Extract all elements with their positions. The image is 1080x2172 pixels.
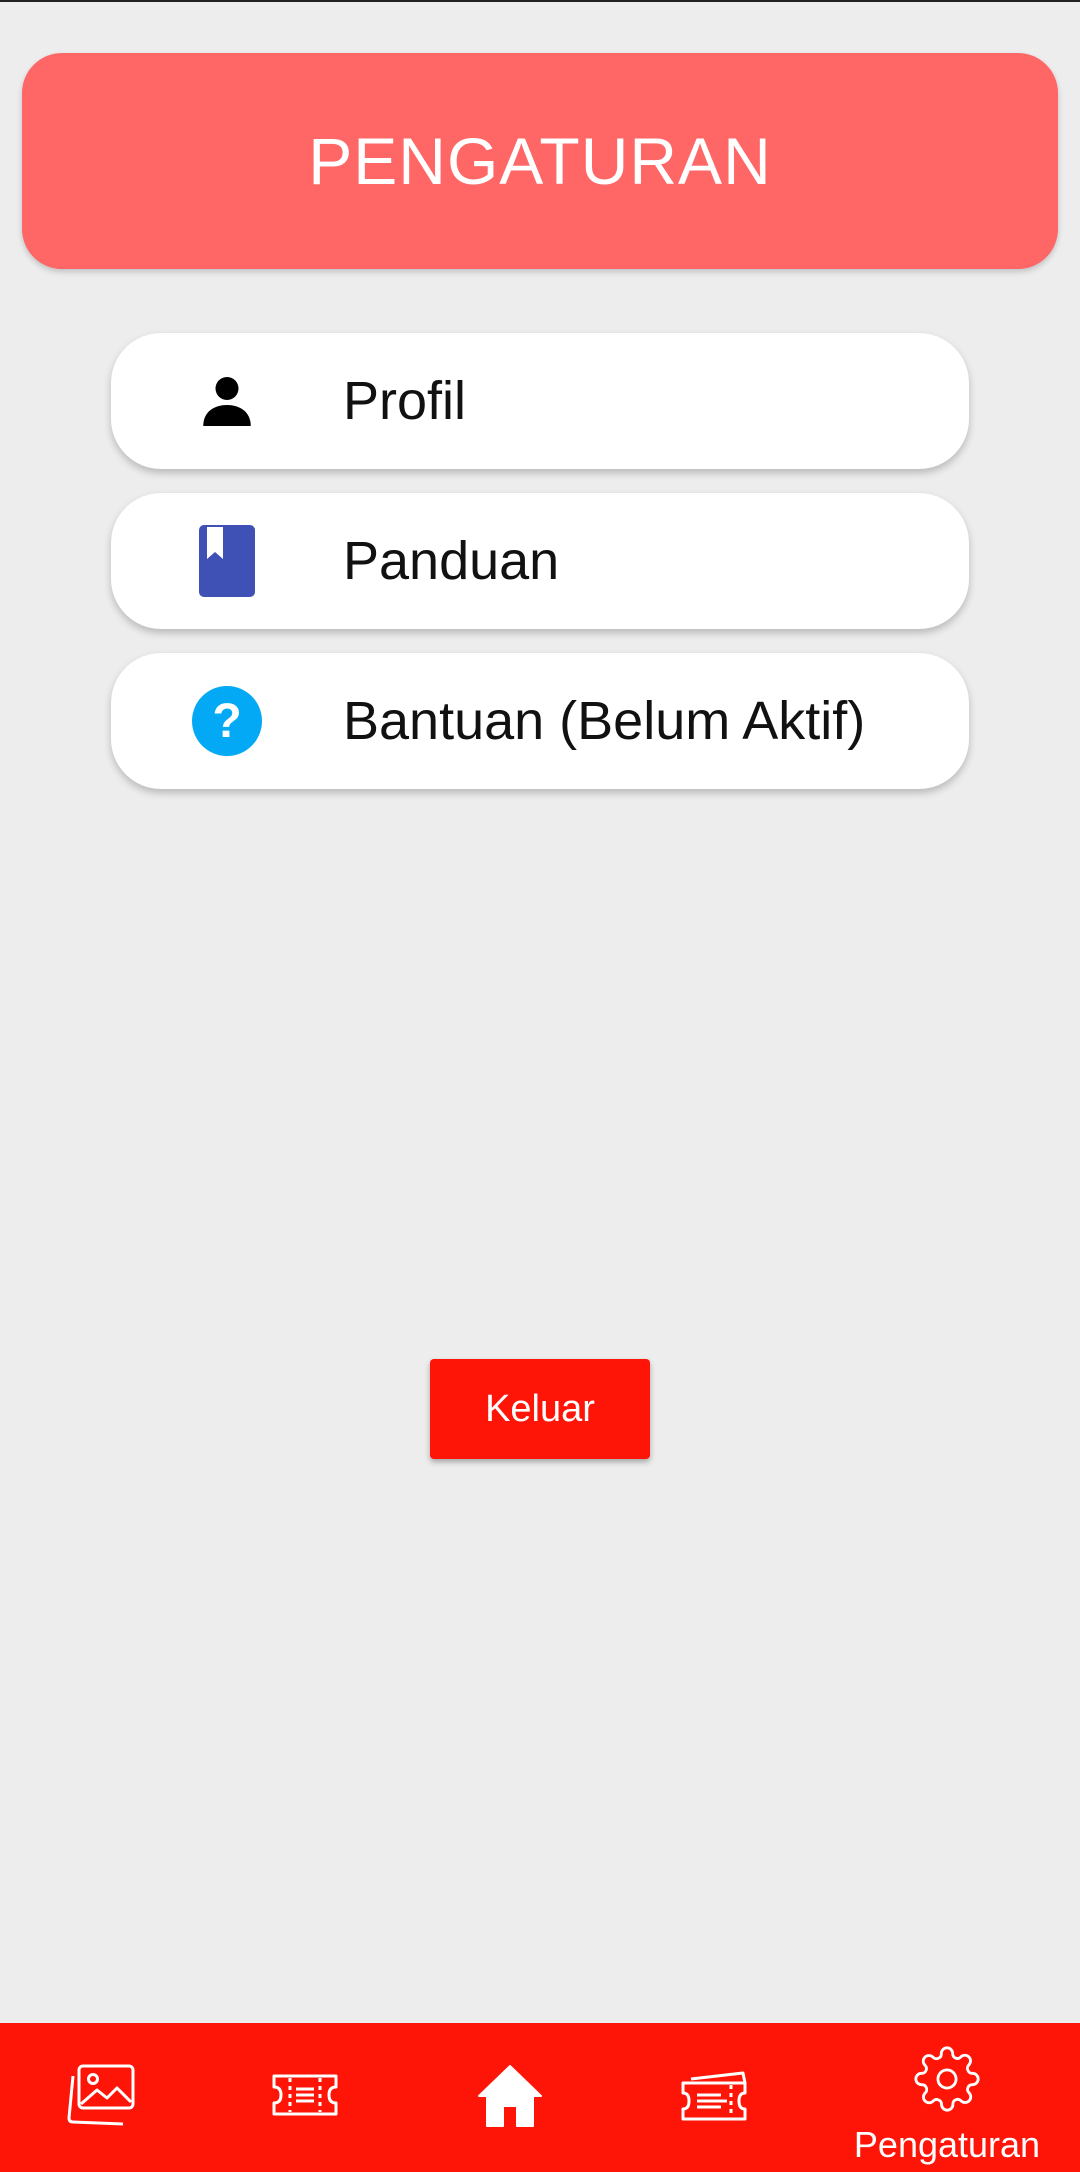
nav-gallery[interactable] bbox=[52, 2023, 152, 2172]
nav-tickets[interactable] bbox=[664, 2023, 764, 2172]
nav-home[interactable] bbox=[460, 2023, 560, 2172]
logout-button[interactable]: Keluar bbox=[430, 1359, 650, 1459]
nav-label-pengaturan: Pengaturan bbox=[853, 2124, 1041, 2165]
menu-item-label: Panduan bbox=[343, 531, 560, 591]
menu-item-profil[interactable]: Profil bbox=[111, 333, 969, 469]
bottom-nav: Pengaturan bbox=[0, 2023, 1080, 2172]
menu-item-bantuan[interactable]: ? Bantuan (Belum Aktif) bbox=[111, 653, 969, 789]
page-header: PENGATURAN bbox=[22, 53, 1058, 269]
settings-screen: PENGATURAN Profil Panduan ? Bantuan (Bel… bbox=[0, 0, 1080, 2172]
menu-item-label: Profil bbox=[343, 371, 467, 431]
person-icon bbox=[111, 371, 343, 431]
gallery-icon bbox=[67, 2064, 137, 2131]
help-icon: ? bbox=[111, 685, 343, 757]
ticket-icon bbox=[270, 2072, 340, 2123]
nav-pengaturan[interactable]: Pengaturan bbox=[840, 2023, 1054, 2172]
menu-item-label: Bantuan (Belum Aktif) bbox=[343, 691, 866, 751]
menu-item-panduan[interactable]: Panduan bbox=[111, 493, 969, 629]
page-title: PENGATURAN bbox=[308, 124, 772, 198]
logout-label: Keluar bbox=[485, 1387, 595, 1430]
book-icon bbox=[111, 525, 343, 597]
tickets-icon bbox=[679, 2069, 749, 2126]
home-icon bbox=[475, 2062, 545, 2133]
gear-icon bbox=[913, 2045, 981, 2118]
status-divider bbox=[0, 0, 1080, 2]
svg-text:?: ? bbox=[212, 695, 241, 748]
nav-ticket[interactable] bbox=[255, 2023, 355, 2172]
